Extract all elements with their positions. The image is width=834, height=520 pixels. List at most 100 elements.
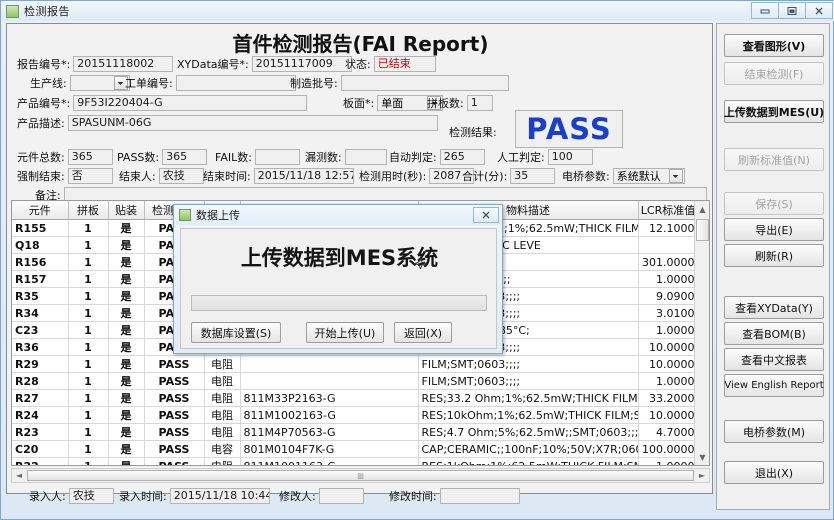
refresh-button[interactable]: 刷新(R): [724, 244, 824, 267]
table-column-header[interactable]: 贴装: [108, 201, 144, 220]
total-score-input[interactable]: 35: [510, 168, 555, 184]
cell-mount: 是: [108, 373, 144, 390]
force-end-label: 强制结束:: [17, 168, 65, 184]
report-no-input[interactable]: 20151118002: [73, 56, 173, 72]
cell-category: 电阻: [204, 407, 240, 424]
upload-to-mes-button[interactable]: 上传数据到MES(U): [724, 100, 824, 123]
export-button[interactable]: 导出(E): [724, 218, 824, 241]
fail-count-label: FAIL数:: [215, 149, 252, 165]
dialog-close-button[interactable]: [473, 207, 499, 223]
work-order-field: 工单编号:: [125, 75, 296, 91]
work-order-input[interactable]: [176, 75, 296, 91]
table-column-header[interactable]: 元件: [12, 201, 68, 220]
xydata-no-label: XYData编号*:: [177, 56, 249, 72]
app-icon: [6, 5, 19, 18]
refresh-standard-value-button: 刷新标准值(N): [724, 148, 824, 171]
product-no-label: 产品编号*:: [17, 95, 70, 111]
bridge-param-select[interactable]: 系统默认: [613, 168, 685, 184]
cell-mount: 是: [108, 271, 144, 288]
table-row[interactable]: R281是PASS电阻FILM;SMT;0603;;;;1.0000KΩ千欧: [12, 373, 710, 390]
modified-by-input: [319, 488, 364, 504]
scroll-up-icon[interactable]: ▲: [696, 202, 709, 216]
cell-lcr-value: 10.0000: [638, 356, 698, 373]
cell-lcr-value: 10.0000: [638, 339, 698, 356]
cell-mount: 是: [108, 254, 144, 271]
panel-count-input[interactable]: 1: [467, 95, 493, 111]
cell-material-no: 811M1001163-G: [240, 458, 418, 467]
start-upload-button[interactable]: 开始上传(U): [306, 322, 384, 343]
table-horizontal-scrollbar[interactable]: ◄ ▥ ►: [11, 468, 710, 483]
scrollbar-thumb[interactable]: [696, 219, 709, 241]
cell-part: C20: [12, 441, 68, 458]
pass-count-label: PASS数:: [117, 149, 159, 165]
cell-mount: 是: [108, 441, 144, 458]
total-parts-input[interactable]: 365: [68, 149, 113, 165]
cell-part: R23: [12, 424, 68, 441]
end-by-field: 结束人: 农技: [119, 168, 204, 184]
auto-judge-label: 自动判定:: [389, 149, 437, 165]
auto-judge-input[interactable]: 265: [440, 149, 485, 165]
table-row[interactable]: R221是PASS电阻811M1001163-GRES;1kOhm;1%;62.…: [12, 458, 710, 467]
cell-material-desc: FILM;SMT;0603;;;;: [418, 356, 638, 373]
batch-no-input[interactable]: [341, 75, 509, 91]
hscrollbar-thumb[interactable]: ▥: [27, 470, 694, 481]
cell-material-desc: RES;33.2 Ohm;1%;62.5mW;THICK FILM;SMT;06…: [418, 390, 638, 407]
cell-lcr-value: 100.0000: [638, 441, 698, 458]
scroll-left-icon[interactable]: ◄: [12, 471, 26, 480]
status-label: 状态:: [345, 56, 371, 72]
production-line-field: 生产线:: [30, 75, 130, 91]
table-row[interactable]: R231是PASS电阻811M4P70563-GRES;4.7 Ohm;5%;6…: [12, 424, 710, 441]
cell-panel: 1: [68, 424, 108, 441]
batch-no-label: 制造批号:: [290, 75, 338, 91]
total-score-field: 合计(分): 35: [462, 168, 555, 184]
view-xydata-button[interactable]: 查看XYData(Y): [724, 296, 824, 319]
cell-lcr-value: 12.1000: [638, 220, 698, 237]
table-row[interactable]: C201是PASS电容801M0104F7K-GCAP;CERAMIC;;100…: [12, 441, 710, 458]
bridge-parameters-button[interactable]: 电桥参数(M): [724, 420, 824, 443]
fail-count-input[interactable]: [255, 149, 300, 165]
xydata-no-input[interactable]: 20151117009: [252, 56, 352, 72]
manual-judge-input[interactable]: 100: [548, 149, 593, 165]
table-row[interactable]: R241是PASS电阻811M1002163-GRES;10kOhm;1%;62…: [12, 407, 710, 424]
force-end-field: 强制结束: 否: [17, 168, 113, 184]
end-time-input[interactable]: 2015/11/18 12:57:43: [254, 168, 354, 184]
miss-count-label: 漏测数:: [305, 149, 342, 165]
end-by-input[interactable]: 农技: [159, 168, 204, 184]
return-button[interactable]: 返回(X): [394, 322, 452, 343]
cell-panel: 1: [68, 220, 108, 237]
pass-count-input[interactable]: 365: [162, 149, 207, 165]
scroll-right-icon[interactable]: ►: [695, 471, 709, 480]
table-row[interactable]: R291是PASS电阻FILM;SMT;0603;;;;10.0000KΩ千欧: [12, 356, 710, 373]
product-no-input[interactable]: 9F53I220404-G: [73, 95, 307, 111]
production-line-select[interactable]: [70, 75, 130, 91]
table-row[interactable]: R271是PASS电阻811M33P2163-GRES;33.2 Ohm;1%;…: [12, 390, 710, 407]
miss-count-input[interactable]: [345, 149, 387, 165]
cell-mount: 是: [108, 458, 144, 467]
cell-result: PASS: [144, 390, 204, 407]
scroll-down-icon[interactable]: ▼: [696, 450, 709, 464]
product-desc-input[interactable]: SPASUNM-06G: [68, 115, 438, 131]
view-english-report-button[interactable]: View English Report: [724, 374, 824, 397]
table-vertical-scrollbar[interactable]: ▲ ▼: [694, 201, 709, 465]
maximize-button[interactable]: [778, 2, 806, 19]
chevron-down-icon[interactable]: [669, 169, 683, 183]
exit-button[interactable]: 退出(X): [724, 461, 824, 484]
close-button[interactable]: [805, 2, 833, 19]
board-side-label: 板面*:: [343, 95, 374, 111]
cell-mount: 是: [108, 288, 144, 305]
table-column-header[interactable]: 拼板: [68, 201, 108, 220]
view-graphics-button[interactable]: 查看图形(V): [724, 34, 824, 57]
table-column-header[interactable]: LCR标准值: [638, 201, 698, 220]
force-end-input[interactable]: 否: [68, 168, 113, 184]
created-time-input: 2015/11/18 10:44:06: [170, 488, 270, 504]
cell-panel: 1: [68, 305, 108, 322]
minimize-button[interactable]: [751, 2, 779, 19]
database-settings-button[interactable]: 数据库设置(S): [191, 322, 281, 343]
created-time-label: 录入时间:: [119, 488, 167, 504]
view-chinese-report-button[interactable]: 查看中文报表: [724, 348, 824, 371]
view-bom-button[interactable]: 查看BOM(B): [724, 322, 824, 345]
cell-part: R155: [12, 220, 68, 237]
dialog-body: 上传数据到MES系统 数据库设置(S)开始上传(U)返回(X): [180, 228, 497, 349]
result-stamp: PASS: [515, 110, 623, 148]
bridge-param-value: 系统默认: [617, 168, 661, 184]
